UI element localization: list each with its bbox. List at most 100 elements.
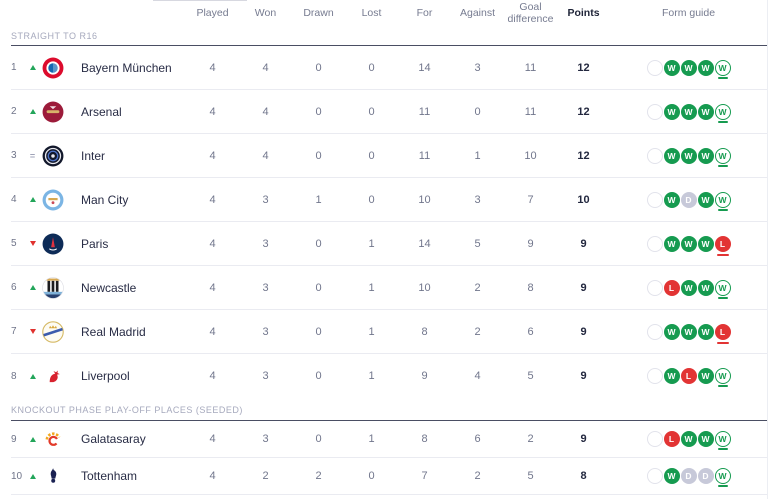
man-city-crest-icon [41,188,65,212]
position-number: 2 [11,106,26,117]
form-win-icon[interactable]: W [664,104,680,120]
form-draw-icon[interactable]: D [698,468,714,484]
points-cell: 12 [557,106,610,118]
form-win-icon[interactable]: W [681,104,697,120]
form-win-icon[interactable]: W [715,60,731,76]
team-name: Liverpool [81,369,130,383]
form-win-icon[interactable]: W [698,60,714,76]
position-number: 6 [11,282,26,293]
team-cell: 10Tottenham [11,458,186,494]
team-name: Tottenham [81,469,137,483]
goals-for-cell: 7 [398,470,451,482]
form-guide: WLWW [610,368,767,384]
goal-difference-cell: 5 [504,470,557,482]
arsenal-crest-icon [41,100,65,124]
form-win-icon[interactable]: W [681,60,697,76]
form-win-icon[interactable]: W [664,368,680,384]
form-win-icon[interactable]: W [715,368,731,384]
played-cell: 4 [186,282,239,294]
form-letter: W [701,283,709,293]
form-win-icon[interactable]: W [664,148,680,164]
movement-up-icon [26,437,39,442]
position-number: 8 [11,371,26,382]
form-win-icon[interactable]: W [681,280,697,296]
form-guide: LWWW [610,431,767,447]
team-row[interactable]: 1Bayern München44001431112WWWW [11,46,767,90]
goal-difference-cell: 6 [504,326,557,338]
played-cell: 4 [186,62,239,74]
form-loss-icon[interactable]: L [715,324,731,340]
form-loss-icon[interactable]: L [664,280,680,296]
form-draw-icon[interactable]: D [681,468,697,484]
newcastle-crest-icon [41,276,65,300]
team-row[interactable]: 9Galatasaray43018629LWWW [11,421,767,458]
team-row[interactable]: 4Man City4310103710WDWW [11,178,767,222]
team-name: Real Madrid [81,325,146,339]
team-row[interactable]: 3=Inter44001111012WWWW [11,134,767,178]
movement-up-icon [26,285,39,290]
team-row[interactable]: 10Tottenham42207258WDDW [11,458,767,495]
form-win-icon[interactable]: W [698,104,714,120]
lost-cell: 0 [345,470,398,482]
form-win-icon[interactable]: W [698,431,714,447]
form-empty-icon [647,431,663,447]
drawn-cell: 0 [292,238,345,250]
inter-crest-icon [41,144,65,168]
form-win-icon[interactable]: W [664,236,680,252]
won-cell: 2 [239,470,292,482]
form-win-icon[interactable]: W [664,60,680,76]
team-row[interactable]: 6Newcastle430110289LWWW [11,266,767,310]
form-draw-icon[interactable]: D [681,192,697,208]
form-win-icon[interactable]: W [715,431,731,447]
movement-down-glyph [30,329,36,334]
points-cell: 9 [557,370,610,382]
form-letter: W [701,63,709,73]
goal-difference-cell: 9 [504,238,557,250]
team-row[interactable]: 2Arsenal44001101112WWWW [11,90,767,134]
team-row[interactable]: 5Paris430114599WWWL [11,222,767,266]
standings-section: STRAIGHT TO R161Bayern München4400143111… [11,27,767,398]
form-win-icon[interactable]: W [698,280,714,296]
form-loss-icon[interactable]: L [681,368,697,384]
drawn-cell: 1 [292,194,345,206]
form-loss-icon[interactable]: L [715,236,731,252]
form-win-icon[interactable]: W [681,236,697,252]
goal-difference-cell: 11 [504,106,557,118]
form-win-icon[interactable]: W [681,148,697,164]
team-row[interactable]: 8Liverpool43019459WLWW [11,354,767,398]
team-row[interactable]: 7Real Madrid43018269WWWL [11,310,767,354]
form-win-icon[interactable]: W [715,148,731,164]
form-win-icon[interactable]: W [664,324,680,340]
points-cell: 12 [557,150,610,162]
column-header-against: Against [451,8,504,20]
lost-cell: 0 [345,150,398,162]
column-header-drawn: Drawn [292,8,345,20]
column-header-lost: Lost [345,8,398,20]
form-guide: LWWW [610,280,767,296]
form-win-icon[interactable]: W [698,368,714,384]
real-madrid-crest-icon [41,320,65,344]
form-letter: W [718,195,726,205]
form-win-icon[interactable]: W [715,468,731,484]
form-win-icon[interactable]: W [664,192,680,208]
latest-match-underline [717,342,729,344]
form-win-icon[interactable]: W [698,324,714,340]
form-win-icon[interactable]: W [715,280,731,296]
latest-match-underline [717,254,729,256]
form-win-icon[interactable]: W [715,104,731,120]
form-win-icon[interactable]: W [698,148,714,164]
form-win-icon[interactable]: W [715,192,731,208]
form-loss-icon[interactable]: L [664,431,680,447]
form-win-icon[interactable]: W [681,431,697,447]
goals-for-cell: 8 [398,326,451,338]
team-name: Arsenal [81,105,122,119]
column-header-goal-difference: Goal difference [504,2,557,26]
movement-up-glyph [30,65,36,70]
form-win-icon[interactable]: W [698,236,714,252]
latest-match-underline [718,448,728,450]
goal-difference-cell: 2 [504,433,557,445]
form-win-icon[interactable]: W [664,468,680,484]
drawn-cell: 0 [292,150,345,162]
form-win-icon[interactable]: W [698,192,714,208]
form-win-icon[interactable]: W [681,324,697,340]
